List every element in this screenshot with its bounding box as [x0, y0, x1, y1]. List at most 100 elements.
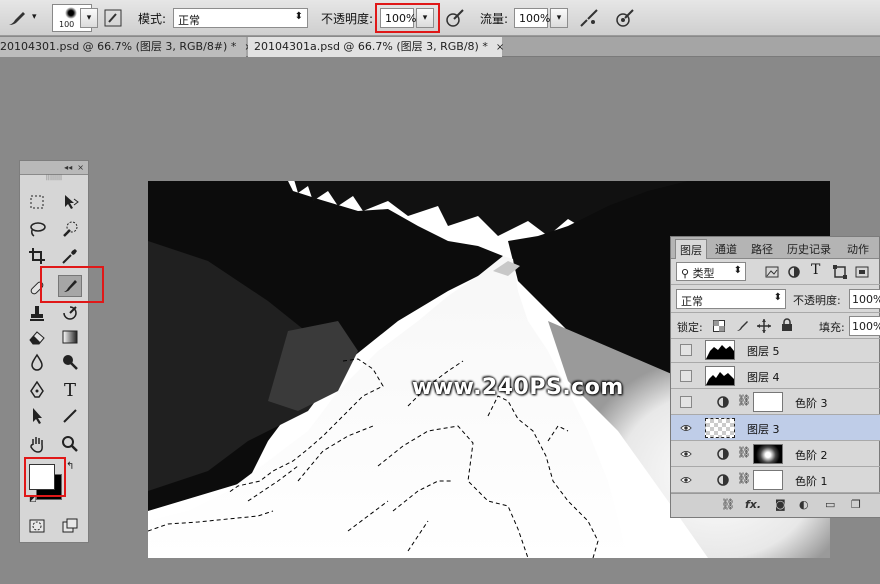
lock-transparent-icon[interactable]: [713, 320, 725, 332]
layer-row-levels-3[interactable]: ⛓ 色阶 3: [671, 389, 880, 415]
layer-row-levels-1[interactable]: ⛓ 色阶 1: [671, 467, 880, 493]
layer-row-5[interactable]: 图层 5: [671, 337, 880, 363]
quick-mask-tool[interactable]: [25, 515, 49, 537]
fx-button[interactable]: fx.: [745, 498, 761, 511]
type-layer-filter-icon[interactable]: T: [811, 262, 820, 278]
lock-all-icon[interactable]: [781, 318, 793, 332]
tool-preset-dropdown-icon[interactable]: ▾: [32, 12, 37, 22]
quick-selection-tool[interactable]: [58, 218, 82, 240]
adjustment-icon: [717, 448, 729, 460]
tab-actions[interactable]: 动作: [847, 241, 869, 257]
smart-object-filter-icon[interactable]: [855, 265, 869, 279]
doc-tab-2[interactable]: 20104301a.psd @ 66.7% (图层 3, RGB/8) * ×: [248, 37, 504, 57]
dodge-tool[interactable]: [58, 351, 82, 373]
eye-icon[interactable]: [680, 422, 692, 434]
layer-5-thumbnail-image: [706, 345, 734, 359]
add-mask-icon[interactable]: ◙: [775, 498, 786, 511]
doc-tab-1-label: 20104301.psd @ 66.7% (图层 3, RGB/8#) *: [0, 40, 237, 53]
gradient-tool[interactable]: [58, 326, 82, 348]
eyedropper-tool[interactable]: [58, 245, 82, 267]
lasso-tool[interactable]: [25, 218, 49, 240]
eraser-tool[interactable]: [25, 326, 49, 348]
layers-panel-tabs: 图层 通道 路径 历史记录 动作: [671, 237, 879, 259]
layer-name[interactable]: 色阶 1: [795, 473, 828, 489]
chain-link-icon[interactable]: ⛓: [737, 472, 751, 485]
select-arrows-icon: ⬍: [733, 265, 742, 276]
layer-row-3-selected[interactable]: 图层 3: [671, 415, 880, 441]
screen-mode-tool[interactable]: [58, 515, 82, 537]
new-group-icon[interactable]: ▭: [825, 498, 835, 511]
marquee-tool[interactable]: [25, 191, 49, 213]
pen-tool[interactable]: [25, 379, 49, 401]
visibility-toggle-off[interactable]: [680, 370, 692, 382]
brush-tool-icon[interactable]: [6, 7, 28, 29]
lock-pixels-icon[interactable]: [735, 319, 749, 333]
fill-input[interactable]: 100%: [849, 316, 880, 336]
collapse-icon[interactable]: ◂◂: [64, 163, 72, 172]
layer-name[interactable]: 图层 4: [747, 369, 780, 385]
path-selection-tool[interactable]: [25, 405, 49, 427]
layer-row-4[interactable]: 图层 4: [671, 363, 880, 389]
watermark-text: www.240PS.com: [412, 375, 624, 400]
toolbox-header[interactable]: ◂◂ ×: [20, 161, 88, 175]
brush-panel-toggle-icon[interactable]: [102, 7, 124, 29]
adjustment-layer-filter-icon[interactable]: [787, 265, 801, 279]
filter-type-value: 类型: [692, 267, 715, 280]
screen-mode-icon: [62, 518, 78, 533]
new-layer-icon[interactable]: ❐: [851, 498, 861, 511]
shape-layer-filter-icon[interactable]: [833, 265, 847, 279]
tab-paths[interactable]: 路径: [751, 241, 773, 257]
layer-thumbnail: [705, 340, 735, 360]
airbrush-icon[interactable]: [578, 7, 600, 29]
close-icon[interactable]: ×: [77, 163, 84, 172]
chain-link-icon[interactable]: ⛓: [737, 394, 751, 407]
line-icon: [63, 409, 77, 423]
tab-history[interactable]: 历史记录: [787, 241, 831, 257]
pressure-size-icon[interactable]: [614, 7, 636, 29]
blend-mode-select[interactable]: 正常 ⬍: [676, 289, 786, 309]
new-adjustment-icon[interactable]: ◐: [799, 498, 809, 511]
tab-layers[interactable]: 图层: [675, 239, 707, 259]
eye-icon[interactable]: [680, 474, 692, 486]
clone-stamp-tool[interactable]: [25, 302, 49, 324]
eyedropper-icon: [62, 249, 77, 264]
lock-position-icon[interactable]: [757, 319, 771, 333]
filter-type-select[interactable]: ⚲ 类型 ⬍: [676, 262, 746, 281]
zoom-tool[interactable]: [58, 433, 82, 455]
options-bar: ▾ 100 ▾ 模式: 正常 ⬍ 不透明度: 100% ▾ 流量: 100% ▾: [0, 0, 880, 36]
crop-tool[interactable]: [25, 245, 49, 267]
lock-label: 锁定:: [677, 321, 703, 334]
pixel-layer-filter-icon[interactable]: [765, 265, 779, 279]
mode-select[interactable]: 正常 ⬍: [173, 8, 308, 28]
layer-opacity-input[interactable]: 100%: [849, 289, 880, 309]
pressure-opacity-icon[interactable]: [444, 7, 466, 29]
swap-colors-icon[interactable]: ↰: [66, 461, 74, 472]
visibility-toggle-off[interactable]: [680, 396, 692, 408]
hand-tool[interactable]: [25, 433, 49, 455]
close-icon[interactable]: ×: [496, 42, 504, 53]
layer-name[interactable]: 图层 5: [747, 343, 780, 359]
layer-row-levels-2[interactable]: ⛓ 色阶 2: [671, 441, 880, 467]
search-icon: ⚲: [681, 267, 690, 280]
history-brush-tool[interactable]: [58, 302, 82, 324]
brush-preset-dropdown[interactable]: ▾: [80, 8, 98, 28]
chain-link-icon[interactable]: ⛓: [737, 446, 751, 459]
doc-tab-2-label: 20104301a.psd @ 66.7% (图层 3, RGB/8) *: [254, 40, 488, 53]
layer-name[interactable]: 图层 3: [747, 421, 780, 437]
flow-dropdown[interactable]: ▾: [550, 8, 568, 28]
brush-tip-icon: [65, 7, 77, 19]
layer-name[interactable]: 色阶 2: [795, 447, 828, 463]
move-tool[interactable]: [58, 191, 82, 213]
layer-name[interactable]: 色阶 3: [795, 395, 828, 411]
layer-4-thumbnail-image: [706, 372, 734, 385]
visibility-toggle-off[interactable]: [680, 344, 692, 356]
type-tool[interactable]: T: [58, 379, 82, 401]
link-layers-icon[interactable]: ⛓: [721, 498, 735, 511]
blur-tool[interactable]: [25, 351, 49, 373]
flow-input[interactable]: 100%: [514, 8, 550, 28]
eye-icon[interactable]: [680, 448, 692, 460]
doc-tab-1[interactable]: 20104301.psd @ 66.7% (图层 3, RGB/8#) *×: [0, 37, 253, 57]
toolbox-grip[interactable]: ||||||||: [20, 175, 88, 181]
tab-channels[interactable]: 通道: [715, 241, 737, 257]
line-tool[interactable]: [58, 405, 82, 427]
